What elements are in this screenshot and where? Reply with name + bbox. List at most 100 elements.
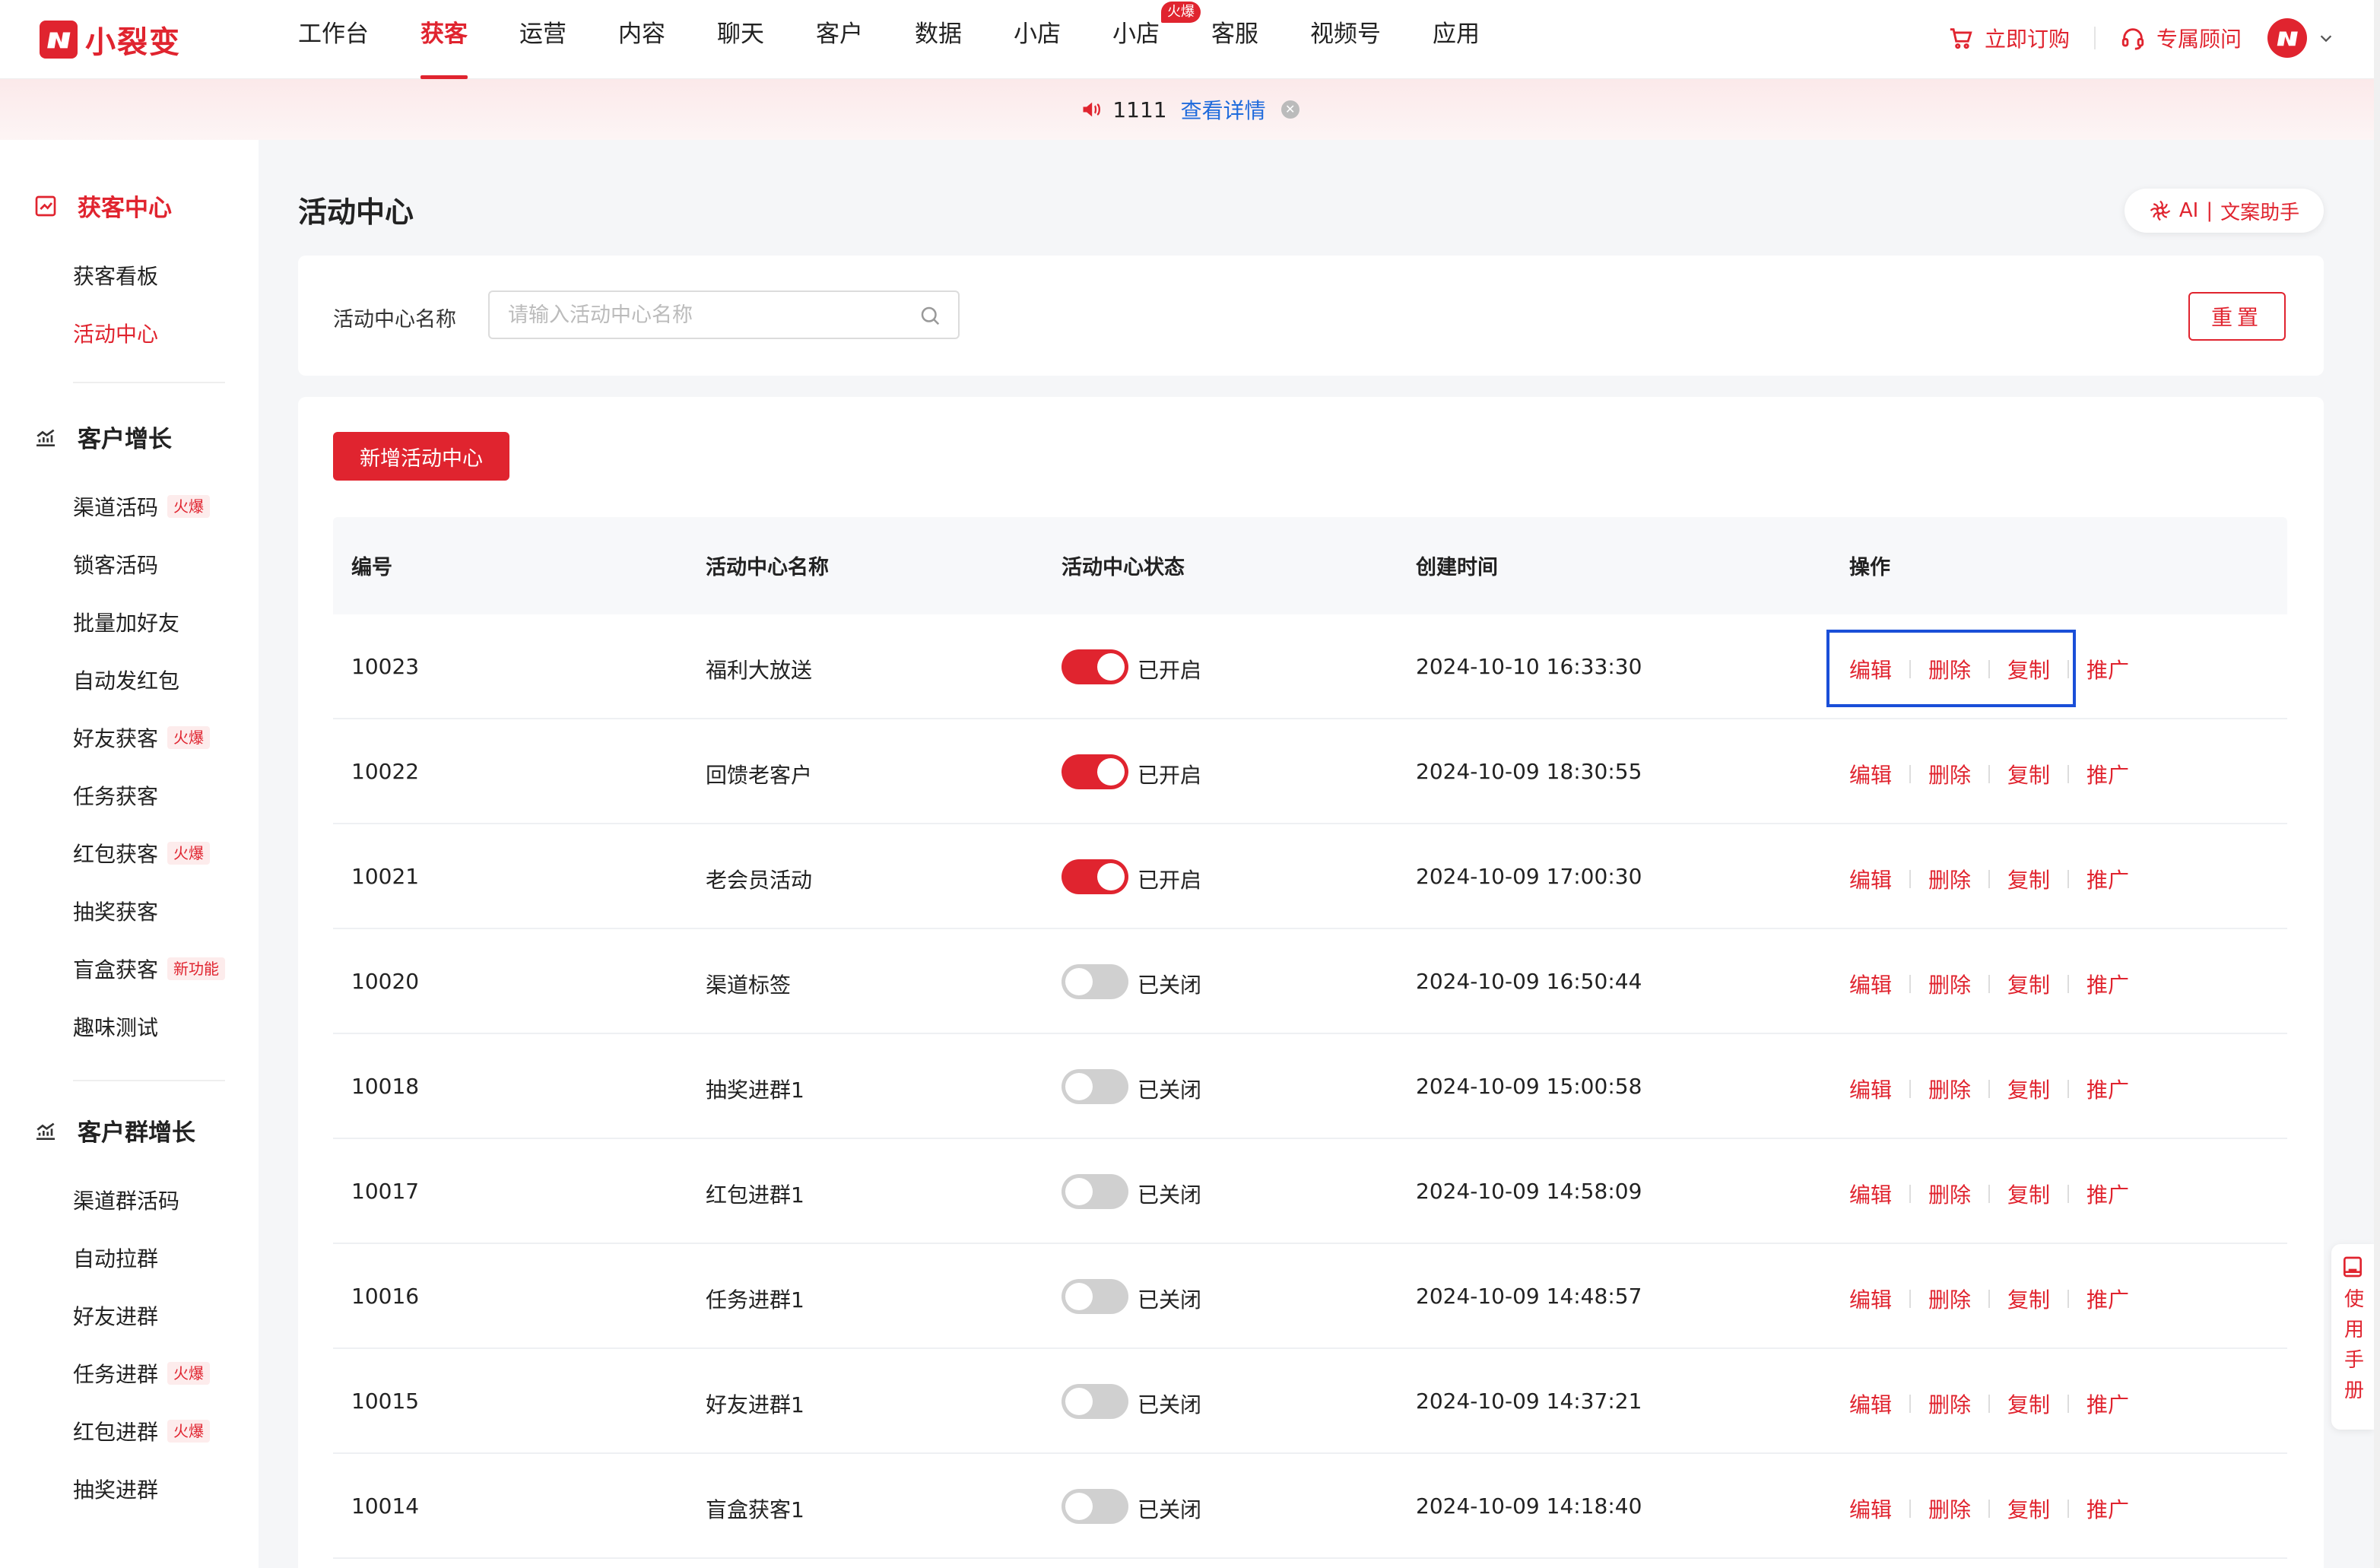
nav-item-2[interactable]: 运营 [519,0,566,79]
delete-link[interactable]: 删除 [1928,864,1971,894]
chevron-down-icon[interactable] [2318,30,2334,46]
action-divider [1909,870,1912,888]
consultant-link[interactable]: 专属顾问 [2120,23,2242,53]
cell-name: 任务进群1 [706,1287,804,1312]
close-icon[interactable]: ✕ [1280,100,1299,119]
promote-link[interactable]: 推广 [2086,969,2129,999]
nav-item-6[interactable]: 数据 [915,0,962,79]
delete-link[interactable]: 删除 [1928,969,1971,999]
notice-detail-link[interactable]: 查看详情 [1181,94,1266,125]
activity-name-search-input[interactable] [488,290,960,339]
nav-item-9[interactable]: 客服 [1211,0,1258,79]
sidebar-item-1-9[interactable]: 趣味测试 [73,1011,158,1042]
user-manual-tab[interactable]: 使用手册 [2331,1244,2374,1430]
edit-link[interactable]: 编辑 [1849,1179,1892,1209]
sidebar-section-0[interactable]: 获客中心 [33,189,172,223]
order-now-link[interactable]: 立即订购 [1948,23,2070,53]
row-actions: 编辑 删除 复制 推广 [1849,1389,2129,1419]
promote-link[interactable]: 推广 [2086,864,2129,894]
copy-link[interactable]: 复制 [2007,864,2050,894]
action-divider [1988,870,1991,888]
copy-link[interactable]: 复制 [2007,1074,2050,1104]
sidebar-item-2-5[interactable]: 抽奖进群 [73,1474,158,1504]
promote-link[interactable]: 推广 [2086,1389,2129,1419]
edit-link[interactable]: 编辑 [1849,1389,1892,1419]
nav-item-8[interactable]: 小店 火爆 [1112,0,1201,79]
edit-link[interactable]: 编辑 [1849,864,1892,894]
sidebar-item-0-0[interactable]: 获客看板 [73,260,158,290]
sidebar-item-1-2[interactable]: 批量加好友 [73,607,179,637]
status-toggle[interactable] [1061,649,1128,684]
promote-link[interactable]: 推广 [2086,654,2129,684]
sidebar-item-1-7[interactable]: 抽奖获客 [73,896,158,926]
sidebar-item-2-3[interactable]: 任务进群 火爆 [73,1358,211,1389]
promote-link[interactable]: 推广 [2086,759,2129,789]
copy-link[interactable]: 复制 [2007,969,2050,999]
sidebar-section-1[interactable]: 客户增长 [33,420,172,454]
sidebar-item-1-0[interactable]: 渠道活码 火爆 [73,491,211,522]
edit-link[interactable]: 编辑 [1849,1493,1892,1524]
delete-link[interactable]: 删除 [1928,1074,1971,1104]
add-activity-center-button[interactable]: 新增活动中心 [333,432,509,481]
user-avatar[interactable] [2267,18,2307,58]
sidebar-section-2[interactable]: 客户群增长 [33,1113,195,1147]
delete-link[interactable]: 删除 [1928,1284,1971,1314]
edit-link[interactable]: 编辑 [1849,969,1892,999]
column-header-id: 编号 [351,556,392,579]
sidebar-item-2-2[interactable]: 好友进群 [73,1300,158,1331]
edit-link[interactable]: 编辑 [1849,759,1892,789]
status-toggle[interactable] [1061,1384,1128,1419]
copy-link[interactable]: 复制 [2007,1179,2050,1209]
search-icon[interactable] [919,304,941,327]
promote-link[interactable]: 推广 [2086,1284,2129,1314]
promote-link[interactable]: 推广 [2086,1074,2129,1104]
delete-link[interactable]: 删除 [1928,1179,1971,1209]
reset-button[interactable]: 重置 [2188,292,2286,341]
nav-item-7[interactable]: 小店 [1014,0,1061,79]
nav-item-10[interactable]: 视频号 [1310,0,1381,79]
edit-link[interactable]: 编辑 [1849,1284,1892,1314]
status-toggle[interactable] [1061,1174,1128,1209]
status-toggle[interactable] [1061,754,1128,789]
delete-link[interactable]: 删除 [1928,759,1971,789]
sidebar-item-1-8[interactable]: 盲盒获客 新功能 [73,954,226,984]
row-actions: 编辑 删除 复制 推广 [1849,1493,2129,1524]
nav-item-11[interactable]: 应用 [1433,0,1480,79]
nav-item-5[interactable]: 客户 [816,0,863,79]
sidebar-item-1-3[interactable]: 自动发红包 [73,665,179,695]
nav-item-3[interactable]: 内容 [618,0,665,79]
sidebar-item-2-1[interactable]: 自动拉群 [73,1243,158,1273]
sidebar-item-1-6[interactable]: 红包获客 火爆 [73,838,211,868]
action-divider [2067,1290,2070,1308]
sidebar-item-0-1[interactable]: 活动中心 [73,318,158,348]
nav-item-4[interactable]: 聊天 [717,0,764,79]
edit-link[interactable]: 编辑 [1849,1074,1892,1104]
nav-item-1[interactable]: 获客 [420,0,468,79]
sidebar-item-2-4[interactable]: 红包进群 火爆 [73,1416,211,1446]
status-toggle[interactable] [1061,964,1128,999]
copy-link[interactable]: 复制 [2007,759,2050,789]
nav-item-0[interactable]: 工作台 [298,0,369,79]
delete-link[interactable]: 删除 [1928,1389,1971,1419]
sidebar-item-2-0[interactable]: 渠道群活码 [73,1185,179,1215]
promote-link[interactable]: 推广 [2086,1179,2129,1209]
nav-item-label: 应用 [1433,21,1480,48]
status-toggle[interactable] [1061,859,1128,894]
status-toggle[interactable] [1061,1069,1128,1104]
page-scrollbar[interactable] [2374,0,2380,1568]
copy-link[interactable]: 复制 [2007,1284,2050,1314]
delete-link[interactable]: 删除 [1928,1493,1971,1524]
sidebar-item-1-4[interactable]: 好友获客 火爆 [73,722,211,753]
status-toggle[interactable] [1061,1489,1128,1524]
promote-link[interactable]: 推广 [2086,1493,2129,1524]
ai-copywriting-button[interactable]: AI | 文案助手 [2125,189,2324,233]
sidebar-item-1-5[interactable]: 任务获客 [73,780,158,811]
copy-link[interactable]: 复制 [2007,1493,2050,1524]
copy-link[interactable]: 复制 [2007,1389,2050,1419]
brand-logo[interactable]: 小裂变 [40,15,181,64]
sidebar-section-title: 客户增长 [78,426,172,453]
status-toggle[interactable] [1061,1279,1128,1314]
sidebar-item-1-1[interactable]: 锁客活码 [73,549,158,579]
sidebar-item-label: 锁客活码 [73,553,159,578]
sidebar-item-label: 活动中心 [73,322,159,347]
